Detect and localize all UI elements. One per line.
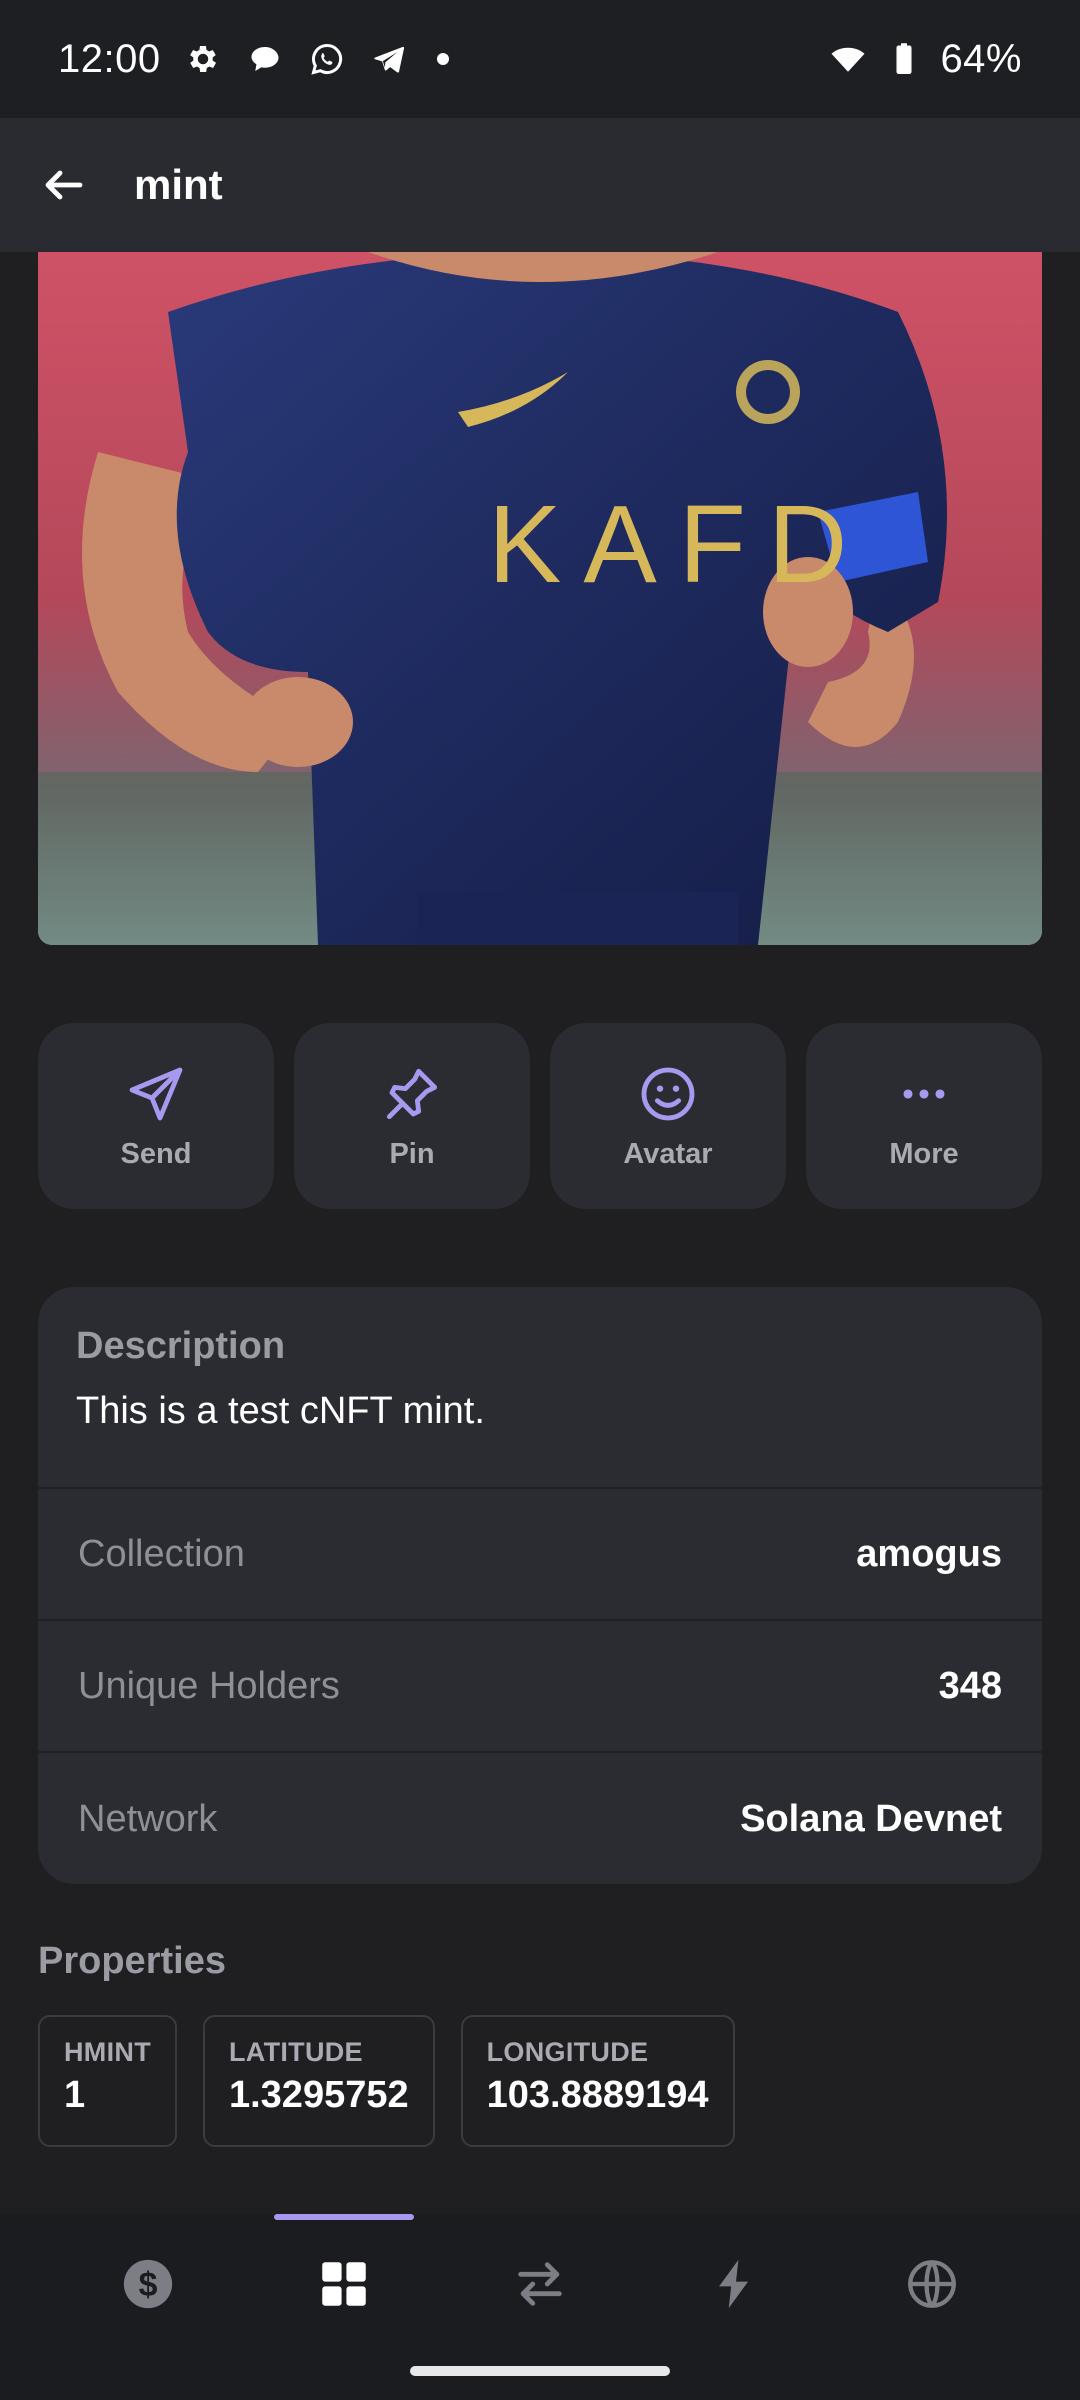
property-key: LONGITUDE [486,2037,649,2067]
avatar-button[interactable]: Avatar [550,1023,786,1209]
property-value: 1 [64,2074,86,2116]
property-key: LATITUDE [228,2037,363,2067]
settings-gear-icon [183,39,223,79]
page-title: mint [134,161,223,208]
send-icon [124,1062,188,1126]
more-button[interactable]: More [806,1023,1042,1209]
nav-balance[interactable]: $ [78,2214,218,2354]
app-bar: mint [0,118,1080,252]
nav-browser[interactable] [862,2214,1002,2354]
property-value: 103.8889194 [486,2074,709,2116]
pin-button[interactable]: Pin [294,1023,530,1209]
collection-row[interactable]: Collection amogus [38,1489,1042,1621]
back-button[interactable] [36,157,92,213]
network-value: Solana Devnet [740,1797,1002,1840]
unique-holders-row: Unique Holders 348 [38,1621,1042,1753]
nav-collectibles[interactable] [274,2214,414,2354]
pin-label: Pin [389,1137,435,1170]
battery-percent: 64% [940,36,1022,81]
collection-value: amogus [856,1532,1002,1575]
send-label: Send [120,1137,192,1170]
properties-title: Properties [38,1940,226,1982]
more-dots-icon [892,1062,956,1126]
network-label: Network [78,1797,218,1840]
whatsapp-icon [307,39,347,79]
property-key: HMINT [64,2037,151,2067]
property-hmint: HMINT 1 [38,2015,177,2147]
property-latitude: LATITUDE 1.3295752 [202,2015,435,2147]
notification-dot-icon [436,53,449,65]
telegram-icon [369,39,409,79]
description-text: This is a test cNFT mint. [76,1390,485,1432]
status-time: 12:00 [58,36,161,81]
description-section: Description This is a test cNFT mint. [38,1287,1042,1489]
status-left: 12:00 [58,37,449,82]
action-buttons: Send Pin Avatar More [38,1023,1042,1209]
shirt-sponsor-text: KAFD [488,483,869,606]
property-longitude: LONGITUDE 103.8889194 [460,2015,735,2147]
unique-holders-value: 348 [938,1664,1002,1707]
grid-icon [322,2262,366,2306]
network-row: Network Solana Devnet [38,1753,1042,1884]
avatar-label: Avatar [623,1137,713,1170]
smiley-icon [636,1062,700,1126]
details-card: Description This is a test cNFT mint. Co… [38,1287,1042,1884]
lightning-icon [719,2259,749,2309]
wifi-icon [828,39,868,79]
properties-list: HMINT 1 LATITUDE 1.3295752 LONGITUDE 103… [38,2015,735,2147]
swap-arrows-icon [518,2262,562,2306]
battery-icon [884,39,924,79]
chat-bubble-icon [245,39,285,79]
description-title: Description [76,1325,286,1367]
back-arrow-icon [45,170,83,200]
more-label: More [889,1137,959,1170]
home-indicator[interactable] [410,2366,670,2376]
property-value: 1.3295752 [228,2074,409,2116]
nav-activity[interactable] [666,2214,806,2354]
unique-holders-label: Unique Holders [78,1664,340,1707]
nft-image: KAFD [38,252,1042,945]
send-button[interactable]: Send [38,1023,274,1209]
nav-swap[interactable] [470,2214,610,2354]
pin-icon [380,1062,444,1126]
collection-label: Collection [78,1532,245,1575]
svg-text:$: $ [139,2266,158,2304]
globe-icon [908,2260,956,2308]
status-bar: 12:00 64% [0,0,1080,118]
status-right: 64% [828,37,1022,82]
dollar-icon: $ [123,2259,173,2309]
